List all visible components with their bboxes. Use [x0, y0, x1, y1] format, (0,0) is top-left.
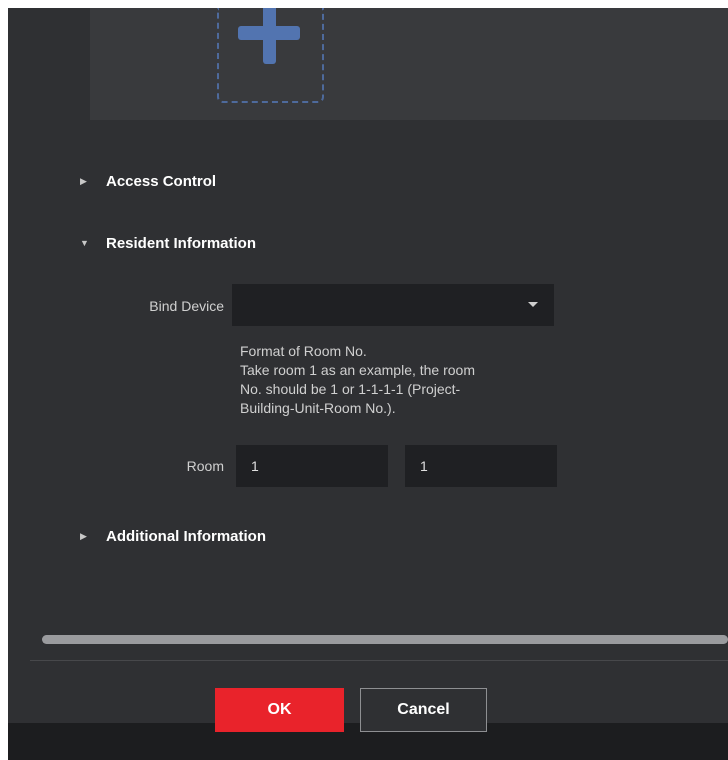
dropdown-caret-icon [528, 302, 538, 307]
hint-line: Format of Room No. [240, 343, 367, 359]
bind-device-select[interactable] [232, 284, 554, 326]
room-label: Room [186, 458, 224, 474]
collapse-arrow-icon: ▼ [80, 238, 89, 248]
bind-device-label: Bind Device [149, 298, 224, 314]
section-resident-information[interactable]: ▼ Resident Information [80, 232, 256, 254]
section-title: Resident Information [106, 234, 257, 252]
photo-panel [90, 8, 728, 120]
footer-divider [30, 660, 728, 661]
hint-line: Building-Unit-Room No.). [240, 400, 396, 416]
add-person-dialog: ▶ Access Control ▼ Resident Information … [8, 8, 728, 760]
hint-line: Take room 1 as an example, the room [240, 362, 476, 378]
plus-icon-bar [238, 26, 300, 40]
add-photo-button[interactable] [217, 8, 324, 103]
section-title: Additional Information [106, 527, 266, 545]
section-title: Access Control [106, 172, 217, 190]
section-additional-information[interactable]: ▶ Additional Information [80, 525, 266, 547]
section-access-control[interactable]: ▶ Access Control [80, 170, 216, 192]
room-format-hint: Format of Room No. Take room 1 as an exa… [240, 342, 560, 418]
ok-button[interactable]: OK [215, 688, 344, 732]
room-input-1[interactable] [236, 445, 388, 487]
expand-arrow-icon: ▶ [80, 175, 87, 186]
horizontal-scrollbar[interactable] [42, 635, 728, 644]
hint-line: No. should be 1 or 1-1-1-1 (Project- [240, 381, 461, 397]
expand-arrow-icon: ▶ [80, 530, 87, 541]
room-input-2[interactable] [405, 445, 557, 487]
cancel-button[interactable]: Cancel [360, 688, 487, 732]
